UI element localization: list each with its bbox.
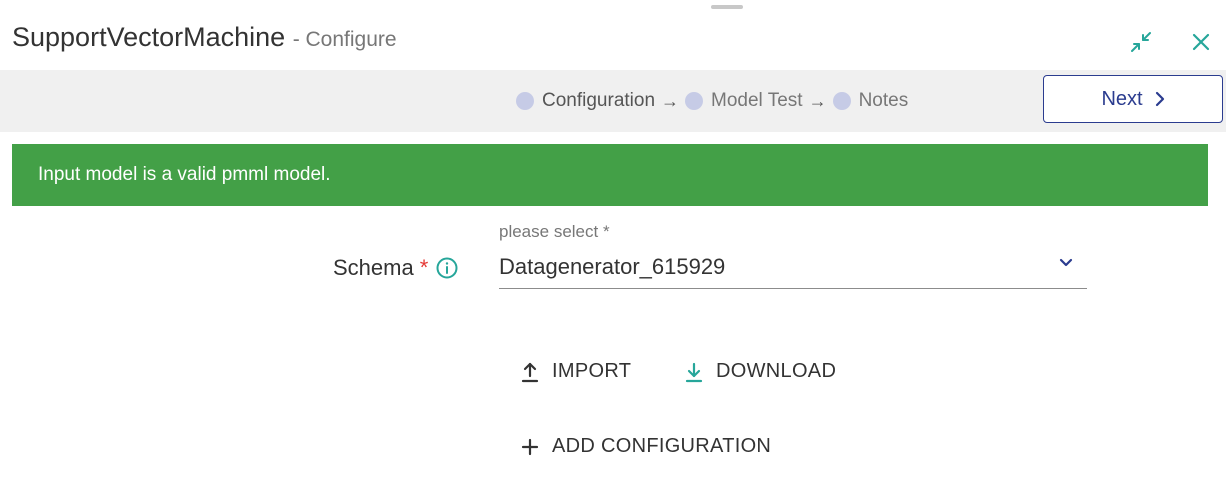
dialog-title: SupportVectorMachine - Configure <box>12 22 397 53</box>
step-label: Configuration <box>542 90 656 111</box>
add-configuration-label: ADD CONFIGURATION <box>552 435 772 457</box>
select-value: Datagenerator_615929 <box>499 254 726 279</box>
chevron-down-icon <box>1059 258 1073 267</box>
close-icon <box>1192 33 1210 51</box>
step-dot <box>832 92 851 110</box>
step-arrow: → <box>661 90 680 111</box>
step-label: Notes <box>858 90 909 111</box>
step-dot <box>516 92 534 110</box>
stepper: Configuration → Model Test → Notes <box>516 90 908 112</box>
schema-select[interactable]: please select * Datagenerator_615929 <box>499 220 1087 290</box>
add-configuration-button[interactable]: ADD CONFIGURATION <box>520 435 771 458</box>
select-underline <box>499 288 1087 289</box>
schema-field-label: Schema * <box>333 255 458 281</box>
minimize-button[interactable] <box>1127 28 1155 56</box>
import-label: IMPORT <box>552 360 632 382</box>
import-button[interactable]: IMPORT <box>520 360 631 383</box>
step-label: Model Test <box>711 90 803 111</box>
schema-label: Schema <box>333 255 414 280</box>
info-icon <box>436 257 458 279</box>
required-marker: * <box>419 255 429 280</box>
close-button[interactable] <box>1187 28 1215 56</box>
download-label: DOWNLOAD <box>716 360 837 382</box>
alert-message: Input model is a valid pmml model. <box>38 164 331 185</box>
upload-icon <box>521 362 539 382</box>
download-icon <box>685 362 703 382</box>
step-notes: Notes <box>832 90 909 112</box>
success-alert: Input model is a valid pmml model. <box>12 144 1208 206</box>
step-arrow: → <box>808 90 827 111</box>
next-button[interactable]: Next <box>1043 75 1223 123</box>
dialog-header: SupportVectorMachine - Configure <box>0 0 1226 70</box>
next-button-label: Next <box>1101 87 1143 110</box>
step-dot <box>685 92 704 110</box>
download-button[interactable]: DOWNLOAD <box>684 360 836 383</box>
select-floating-label: please select * <box>499 222 610 241</box>
minimize-icon <box>1131 32 1151 52</box>
info-button[interactable] <box>436 257 458 279</box>
plus-icon <box>521 438 539 455</box>
dialog-subtitle: - Configure <box>292 28 397 51</box>
step-configuration: Configuration <box>516 90 655 112</box>
chevron-right-icon <box>1155 91 1164 107</box>
step-model-test: Model Test <box>685 90 803 112</box>
dialog-title-text: SupportVectorMachine <box>12 22 286 52</box>
